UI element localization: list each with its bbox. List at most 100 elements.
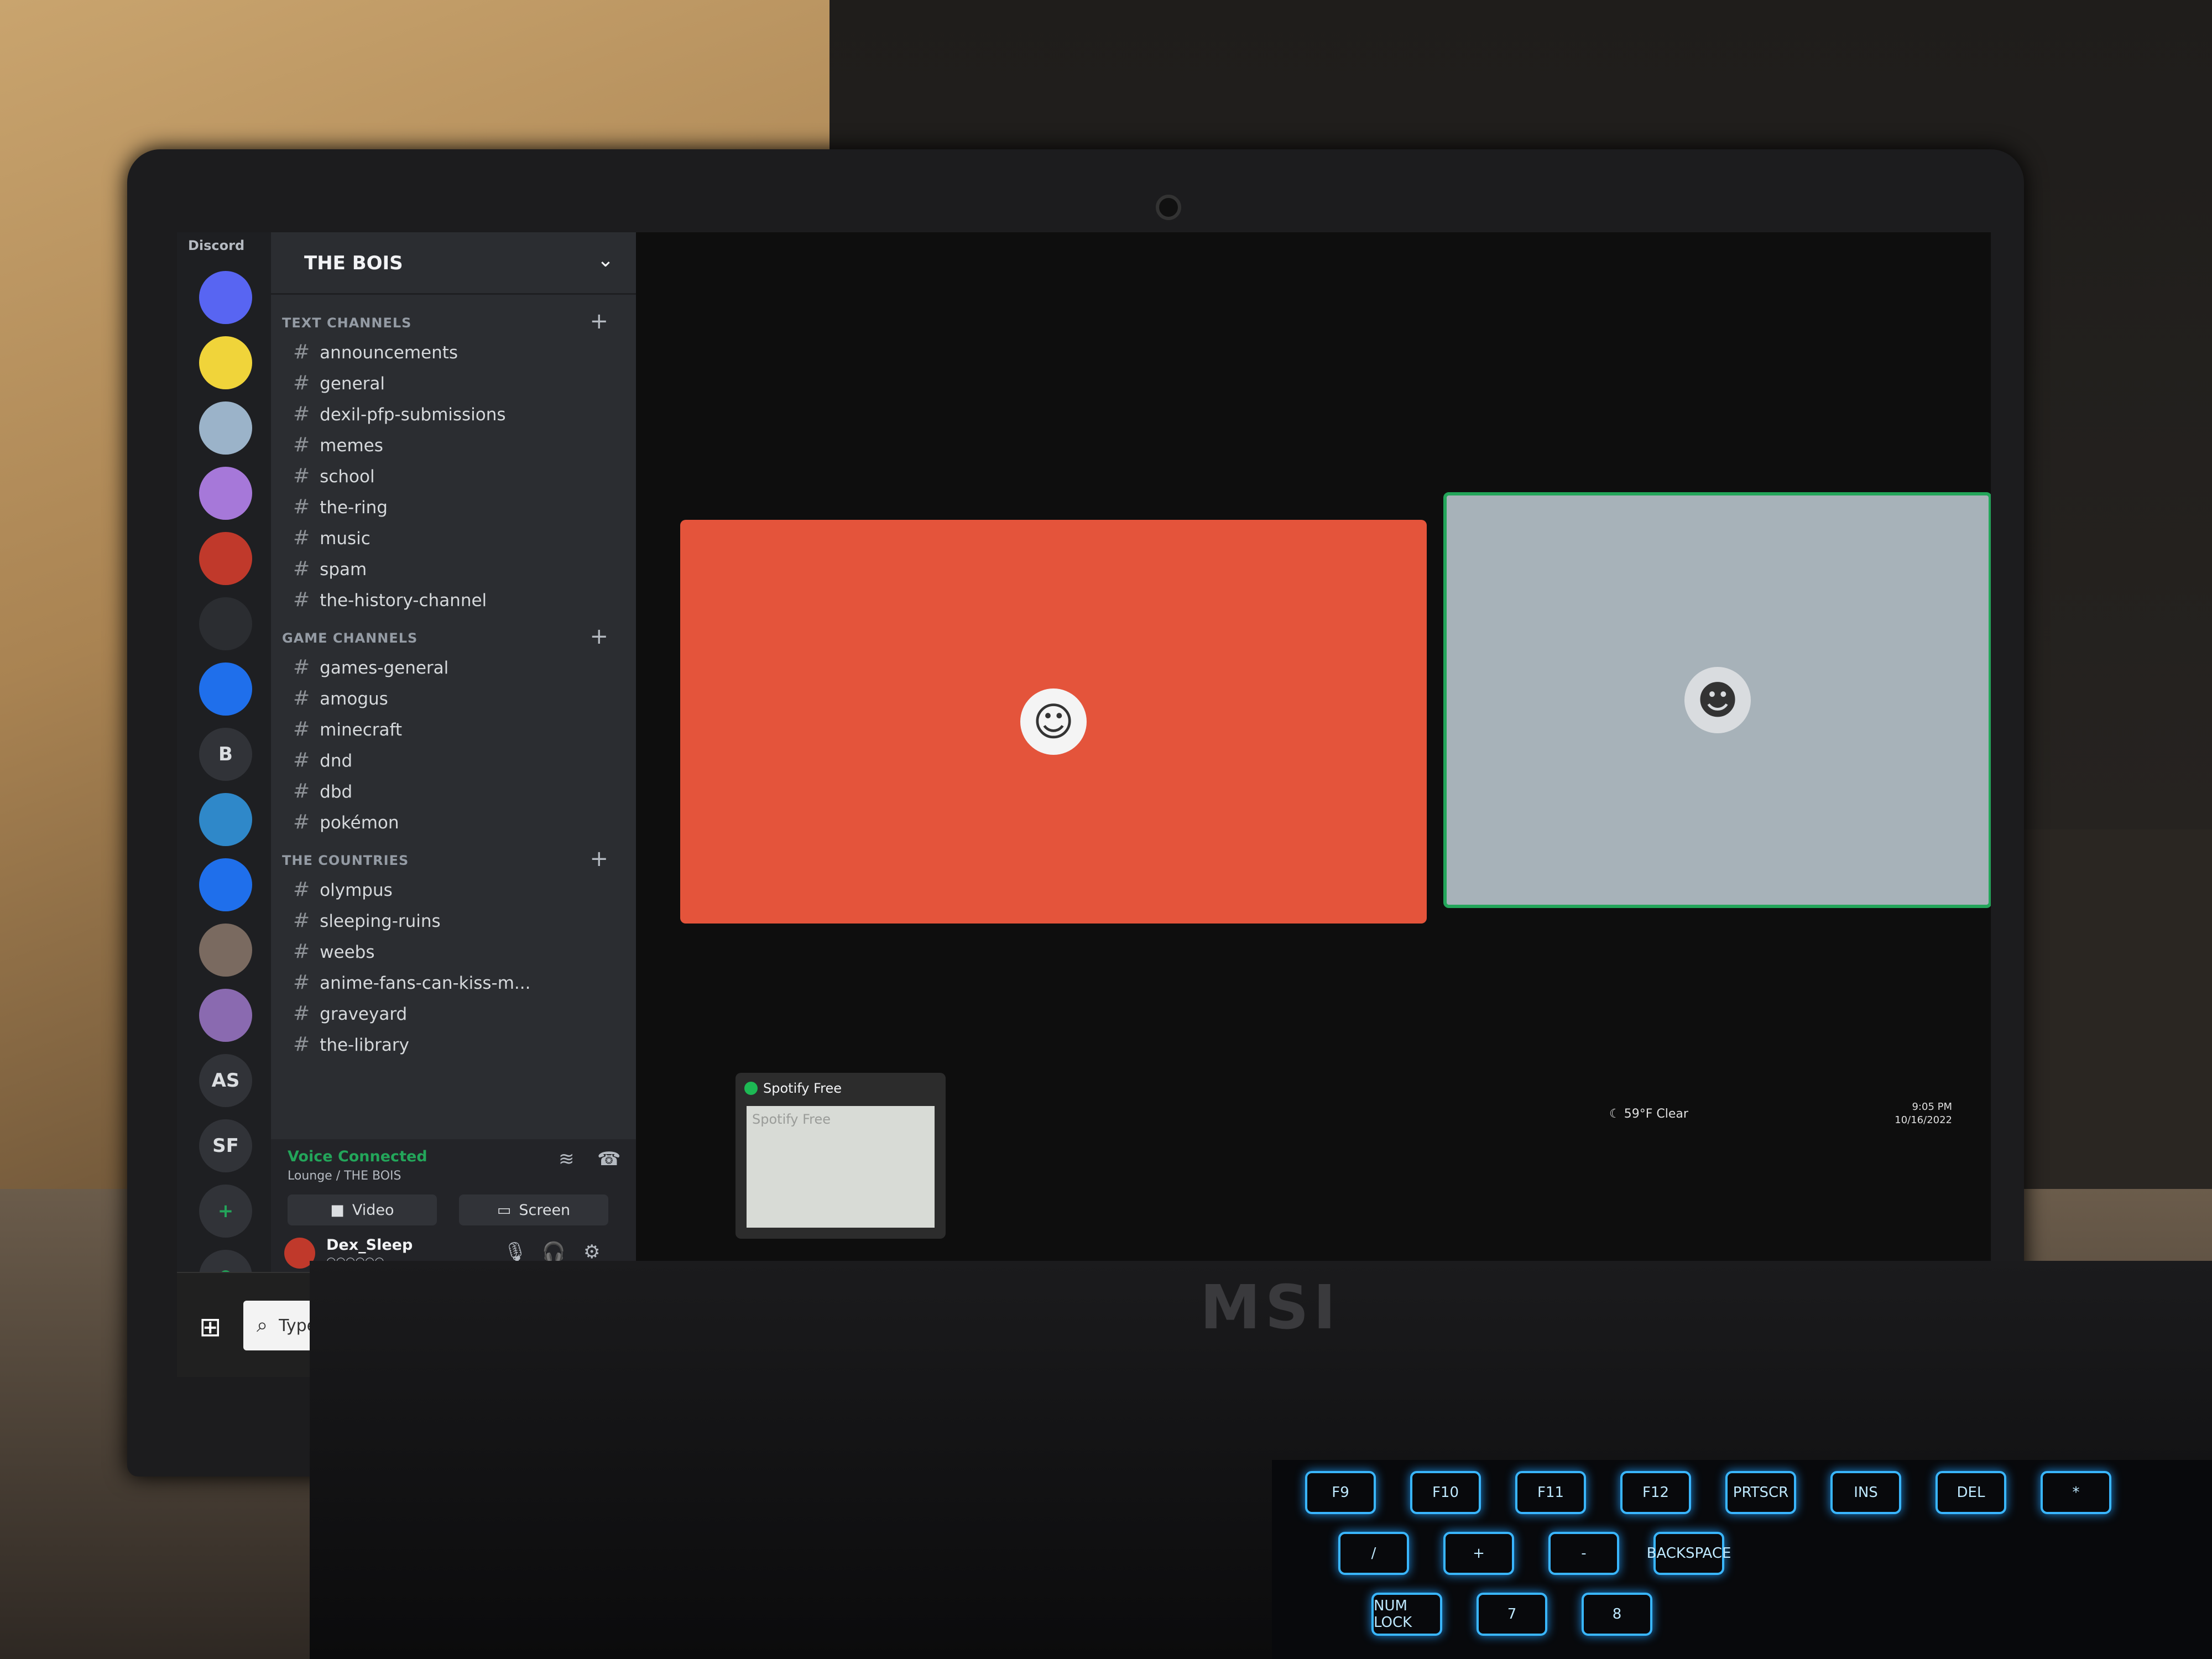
keyboard-key: F10 bbox=[1410, 1471, 1481, 1514]
server-icon[interactable]: B bbox=[199, 728, 252, 781]
keyboard: F9 F10 F11 F12 PRTSCR INS DEL * / + - BACKSPACE NUM … bbox=[1272, 1460, 2212, 1659]
server-icon[interactable]: AS bbox=[199, 1054, 252, 1107]
server-icon[interactable] bbox=[199, 467, 252, 520]
noise-suppression-icon[interactable]: ≋ bbox=[559, 1148, 575, 1170]
system-tray: ☾ 59°F Clear 9:05 PM 10/16/2022 bbox=[1609, 1100, 1963, 1134]
disconnect-icon[interactable]: ☎ bbox=[597, 1148, 620, 1170]
channel-name: sleeping-ruins bbox=[320, 911, 441, 931]
weather-text: 59°F Clear bbox=[1624, 1107, 1688, 1121]
voice-panel: Voice Connected Lounge / THE BOIS ≋ ☎ ■ … bbox=[271, 1139, 636, 1233]
server-header[interactable]: THE BOIS ⌄ bbox=[271, 232, 636, 295]
hashtag-icon: # bbox=[293, 1002, 310, 1025]
channel-name: spam bbox=[320, 560, 367, 580]
channel-name: minecraft bbox=[320, 720, 403, 740]
folder-icon[interactable] bbox=[199, 662, 252, 716]
hashtag-icon: # bbox=[293, 526, 310, 549]
channel-item[interactable]: # school bbox=[293, 465, 375, 487]
channel-item[interactable]: # pokémon bbox=[293, 811, 399, 833]
participant-avatar: ☺ bbox=[1020, 688, 1087, 755]
create-channel-icon[interactable]: + bbox=[589, 846, 608, 872]
channel-item[interactable]: # weebs bbox=[293, 940, 375, 963]
server-icon[interactable] bbox=[199, 924, 252, 977]
server-icon[interactable] bbox=[199, 793, 252, 846]
channel-item[interactable]: # olympus bbox=[293, 878, 393, 901]
channel-item[interactable]: # anime-fans-can-kiss-m... bbox=[293, 971, 530, 994]
search-icon: ⌕ bbox=[257, 1314, 268, 1337]
hashtag-icon: # bbox=[293, 878, 310, 901]
server-icon[interactable] bbox=[199, 532, 252, 585]
channel-name: the-library bbox=[320, 1035, 409, 1055]
channel-item[interactable]: # general bbox=[293, 372, 385, 394]
voice-status[interactable]: Voice Connected bbox=[288, 1148, 427, 1165]
create-channel-icon[interactable]: + bbox=[589, 309, 608, 334]
server-icon[interactable] bbox=[199, 336, 252, 389]
channel-item[interactable]: # minecraft bbox=[293, 718, 402, 740]
channel-name: olympus bbox=[320, 880, 393, 900]
video-button[interactable]: ■ Video bbox=[288, 1194, 437, 1225]
voice-location[interactable]: Lounge / THE BOIS bbox=[288, 1169, 401, 1183]
discord-icon[interactable] bbox=[199, 271, 252, 324]
channel-category[interactable]: THE COUNTRIES bbox=[282, 853, 409, 868]
create-channel-icon[interactable]: + bbox=[589, 624, 608, 649]
channel-name: memes bbox=[320, 436, 383, 456]
channel-category[interactable]: GAME CHANNELS bbox=[282, 630, 418, 646]
hashtag-icon: # bbox=[293, 780, 310, 802]
keyboard-key: F11 bbox=[1515, 1471, 1586, 1514]
channel-name: the-ring bbox=[320, 498, 388, 518]
channel-item[interactable]: # the-ring bbox=[293, 495, 388, 518]
gear-icon[interactable]: ⚙ bbox=[583, 1241, 600, 1263]
preview-thumbnail: Spotify Free bbox=[747, 1106, 935, 1228]
laptop-screen: Discord BASSF+⊛ THE BOIS ⌄ TEXT CHANNELS… bbox=[177, 232, 1991, 1377]
server-icon[interactable] bbox=[199, 989, 252, 1042]
add-server-icon[interactable]: + bbox=[199, 1185, 252, 1238]
windows-start-icon[interactable]: ⊞ bbox=[199, 1312, 221, 1343]
microphone-icon[interactable]: 🎙 bbox=[503, 1241, 527, 1263]
hashtag-icon: # bbox=[293, 403, 310, 425]
channel-item[interactable]: # sleeping-ruins bbox=[293, 909, 441, 932]
hashtag-icon: # bbox=[293, 687, 310, 709]
voice-stage: ☺ ☻ Spotify Free Spotify Free ☾ 59°F Cle… bbox=[636, 232, 1991, 1272]
channel-item[interactable]: # dexil-pfp-submissions bbox=[293, 403, 506, 425]
participant-tile[interactable]: ☺ bbox=[680, 520, 1427, 924]
clock-date: 10/16/2022 bbox=[1895, 1114, 1952, 1126]
hashtag-icon: # bbox=[293, 718, 310, 740]
hashtag-icon: # bbox=[293, 1033, 310, 1056]
channel-category[interactable]: TEXT CHANNELS bbox=[282, 315, 411, 331]
preview-title: Spotify Free bbox=[763, 1081, 842, 1096]
app-title: Discord bbox=[188, 238, 245, 253]
channel-item[interactable]: # memes bbox=[293, 434, 383, 456]
channel-item[interactable]: # music bbox=[293, 526, 371, 549]
username: Dex_Sleep bbox=[326, 1237, 413, 1254]
clock-time: 9:05 PM bbox=[1912, 1101, 1952, 1113]
keyboard-key: BACKSPACE bbox=[1647, 1532, 1731, 1575]
channel-item[interactable]: # announcements bbox=[293, 341, 458, 363]
channel-item[interactable]: # dnd bbox=[293, 749, 352, 771]
channel-item[interactable]: # the-history-channel bbox=[293, 588, 487, 611]
channel-name: graveyard bbox=[320, 1004, 408, 1024]
chevron-down-icon[interactable]: ⌄ bbox=[597, 249, 614, 272]
clock[interactable]: 9:05 PM 10/16/2022 bbox=[1895, 1100, 1952, 1127]
hashtag-icon: # bbox=[293, 588, 310, 611]
headphones-icon[interactable]: 🎧 bbox=[542, 1241, 565, 1263]
screen-share-button[interactable]: ▭ Screen bbox=[459, 1194, 608, 1225]
fire-icon[interactable] bbox=[199, 597, 252, 650]
webcam-icon bbox=[1156, 195, 1181, 220]
server-rail: Discord BASSF+⊛ bbox=[177, 232, 271, 1303]
channel-item[interactable]: # the-library bbox=[293, 1033, 409, 1056]
server-icon[interactable] bbox=[199, 401, 252, 455]
channel-item[interactable]: # graveyard bbox=[293, 1002, 407, 1025]
keyboard-key: - bbox=[1548, 1532, 1619, 1575]
channel-item[interactable]: # dbd bbox=[293, 780, 352, 802]
spotify-taskbar-preview[interactable]: Spotify Free Spotify Free bbox=[735, 1073, 946, 1239]
channel-item[interactable]: # games-general bbox=[293, 656, 448, 679]
hashtag-icon: # bbox=[293, 434, 310, 456]
keyboard-key: / bbox=[1338, 1532, 1409, 1575]
speaking-participant-tile[interactable]: ☻ bbox=[1443, 492, 1991, 908]
keyboard-key: NUM LOCK bbox=[1371, 1593, 1442, 1636]
folder-icon[interactable] bbox=[199, 858, 252, 911]
channel-item[interactable]: # spam bbox=[293, 557, 367, 580]
server-icon[interactable]: SF bbox=[199, 1119, 252, 1172]
channel-item[interactable]: # amogus bbox=[293, 687, 388, 709]
screen-icon: ▭ bbox=[497, 1201, 512, 1219]
weather-widget[interactable]: ☾ 59°F Clear bbox=[1609, 1107, 1688, 1121]
